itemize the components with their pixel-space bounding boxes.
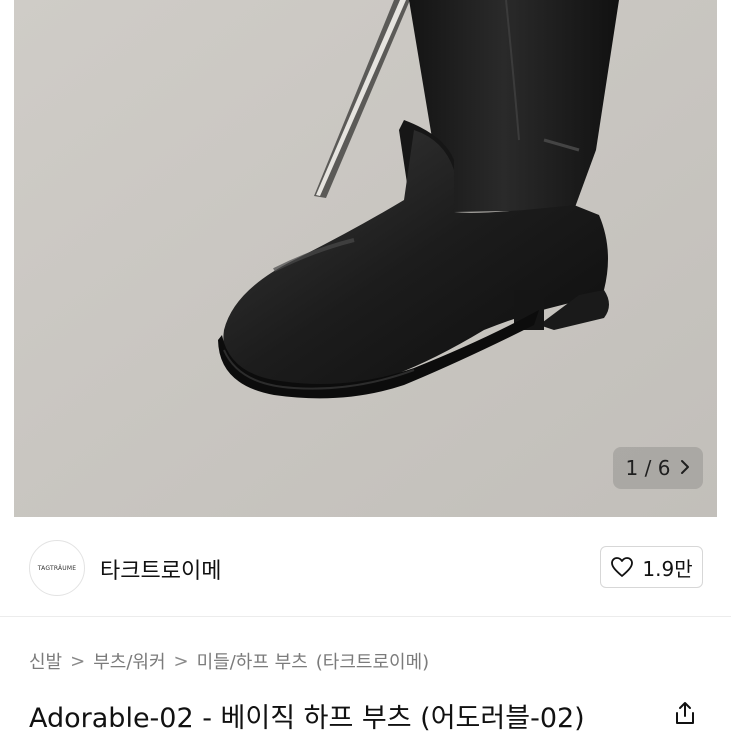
image-counter[interactable]: 1 / 6 [613,447,703,489]
like-count: 1.9만 [642,556,693,581]
product-photo[interactable] [14,0,717,517]
product-image-gallery[interactable]: 1 / 6 [0,0,731,517]
heart-icon [610,556,634,578]
breadcrumb-item-shoes[interactable]: 신발 [29,648,62,674]
breadcrumb: 신발 > 부츠/워커 > 미들/하프 부츠 (타크트로이메) [29,648,429,674]
seller-avatar-logo-text: TAGTRÄUME [37,564,77,572]
seller-avatar[interactable]: TAGTRÄUME [29,540,85,596]
boot-photo-image [14,0,717,517]
breadcrumb-item-brand[interactable]: (타크트로이메) [316,648,429,674]
breadcrumb-separator: > [173,650,189,672]
breadcrumb-item-middle-half-boots[interactable]: 미들/하프 부츠 [197,648,308,674]
breadcrumb-separator: > [70,650,86,672]
like-button[interactable]: 1.9만 [600,546,703,588]
seller-name[interactable]: 타크트로이메 [100,553,221,585]
share-icon[interactable] [670,698,700,728]
product-title: Adorable-02 - 베이직 하프 부츠 (어도러블-02) [29,703,585,731]
seller-row: TAGTRÄUME 타크트로이메 1.9만 [0,517,731,617]
image-counter-text: 1 / 6 [625,456,671,480]
breadcrumb-item-boots-walker[interactable]: 부츠/워커 [93,648,165,674]
chevron-right-icon[interactable] [680,456,690,480]
